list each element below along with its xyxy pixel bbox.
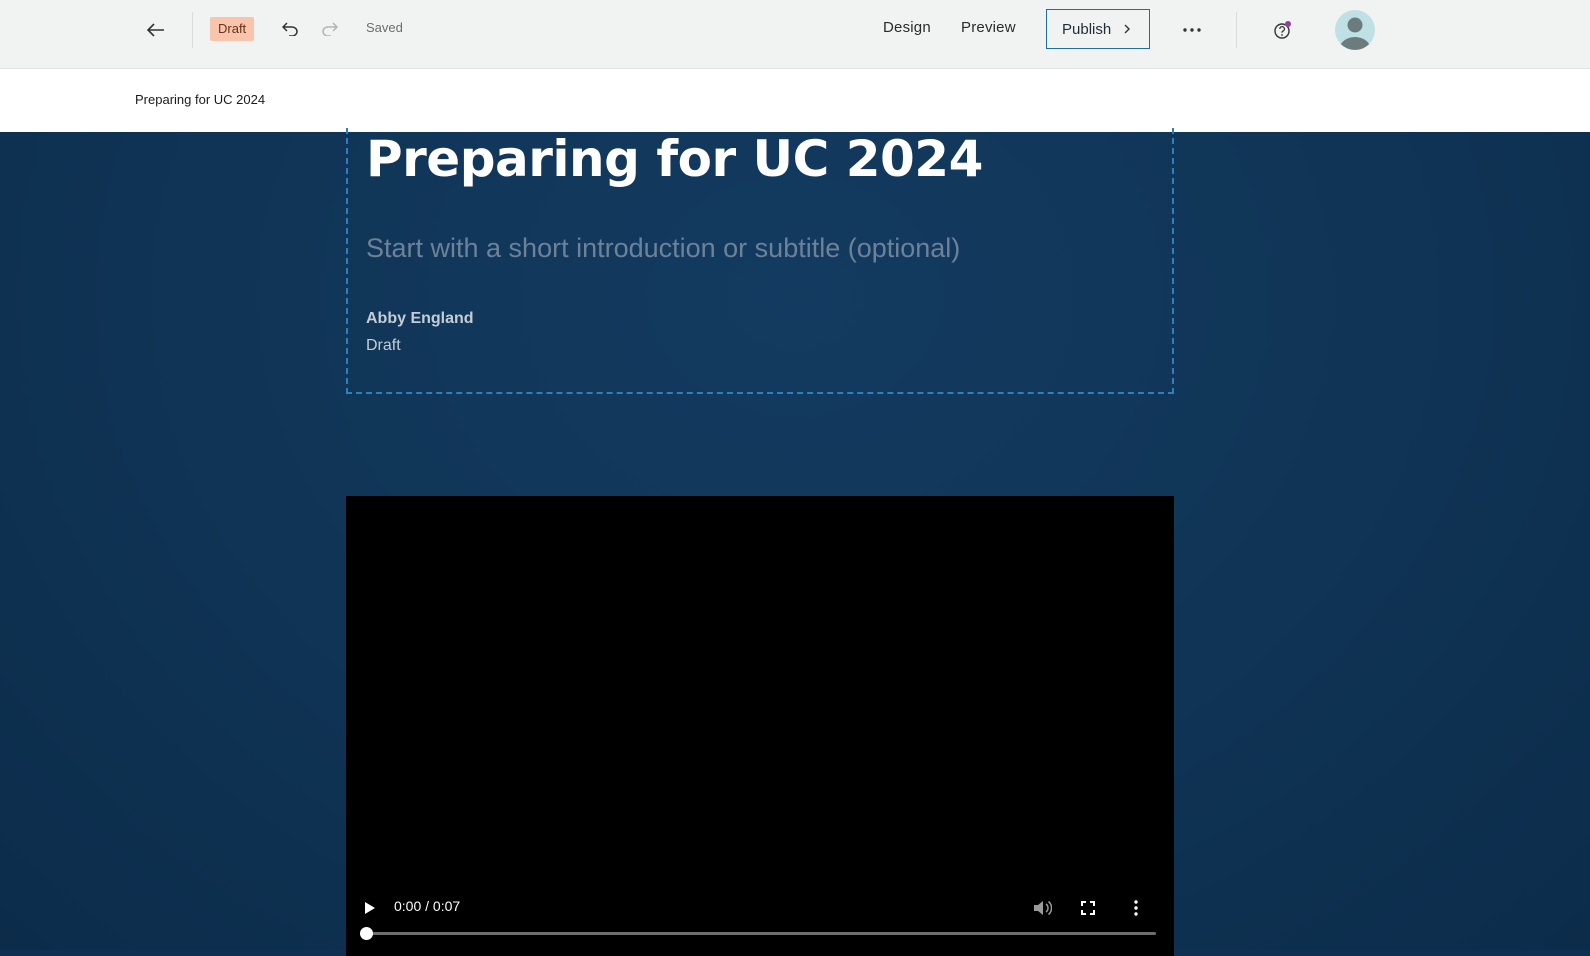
story-title[interactable]: Preparing for UC 2024	[366, 130, 983, 188]
video-progress-bar[interactable]	[360, 927, 1156, 940]
story-header-bar: Preparing for UC 2024	[0, 69, 1590, 132]
more-icon[interactable]	[1176, 14, 1208, 46]
redo-icon[interactable]	[315, 14, 345, 44]
top-toolbar: Draft Saved Design Preview Publish	[0, 0, 1590, 69]
byline-status: Draft	[366, 337, 401, 354]
title-block[interactable]: Preparing for UC 2024 Start with a short…	[346, 128, 1174, 394]
status-badge: Draft	[210, 17, 255, 41]
video-progress-thumb[interactable]	[360, 927, 373, 940]
video-player[interactable]: 0:00 / 0:07	[346, 496, 1174, 956]
chevron-right-icon	[1124, 24, 1131, 34]
play-icon[interactable]	[360, 898, 380, 918]
save-status: Saved	[366, 20, 403, 35]
tab-preview[interactable]: Preview	[961, 19, 1016, 36]
publish-button[interactable]: Publish	[1046, 9, 1150, 49]
video-time: 0:00 / 0:07	[394, 898, 461, 914]
back-arrow-icon[interactable]	[140, 14, 172, 46]
volume-icon[interactable]	[1030, 896, 1054, 920]
author-name: Abby England	[366, 310, 474, 327]
video-more-icon[interactable]	[1124, 896, 1148, 920]
user-avatar-icon[interactable]	[1335, 10, 1375, 50]
toolbar-divider	[192, 12, 193, 48]
toolbar-divider	[1236, 12, 1237, 48]
subtitle-input[interactable]: Start with a short introduction or subti…	[366, 233, 960, 264]
help-icon[interactable]	[1266, 14, 1298, 46]
tab-design[interactable]: Design	[883, 19, 931, 36]
publish-label: Publish	[1062, 20, 1112, 38]
notification-dot	[1285, 21, 1291, 27]
undo-icon[interactable]	[275, 14, 305, 44]
fullscreen-icon[interactable]	[1076, 896, 1100, 920]
story-canvas: Preparing for UC 2024 Start with a short…	[0, 128, 1590, 956]
header-story-title: Preparing for UC 2024	[135, 92, 266, 107]
